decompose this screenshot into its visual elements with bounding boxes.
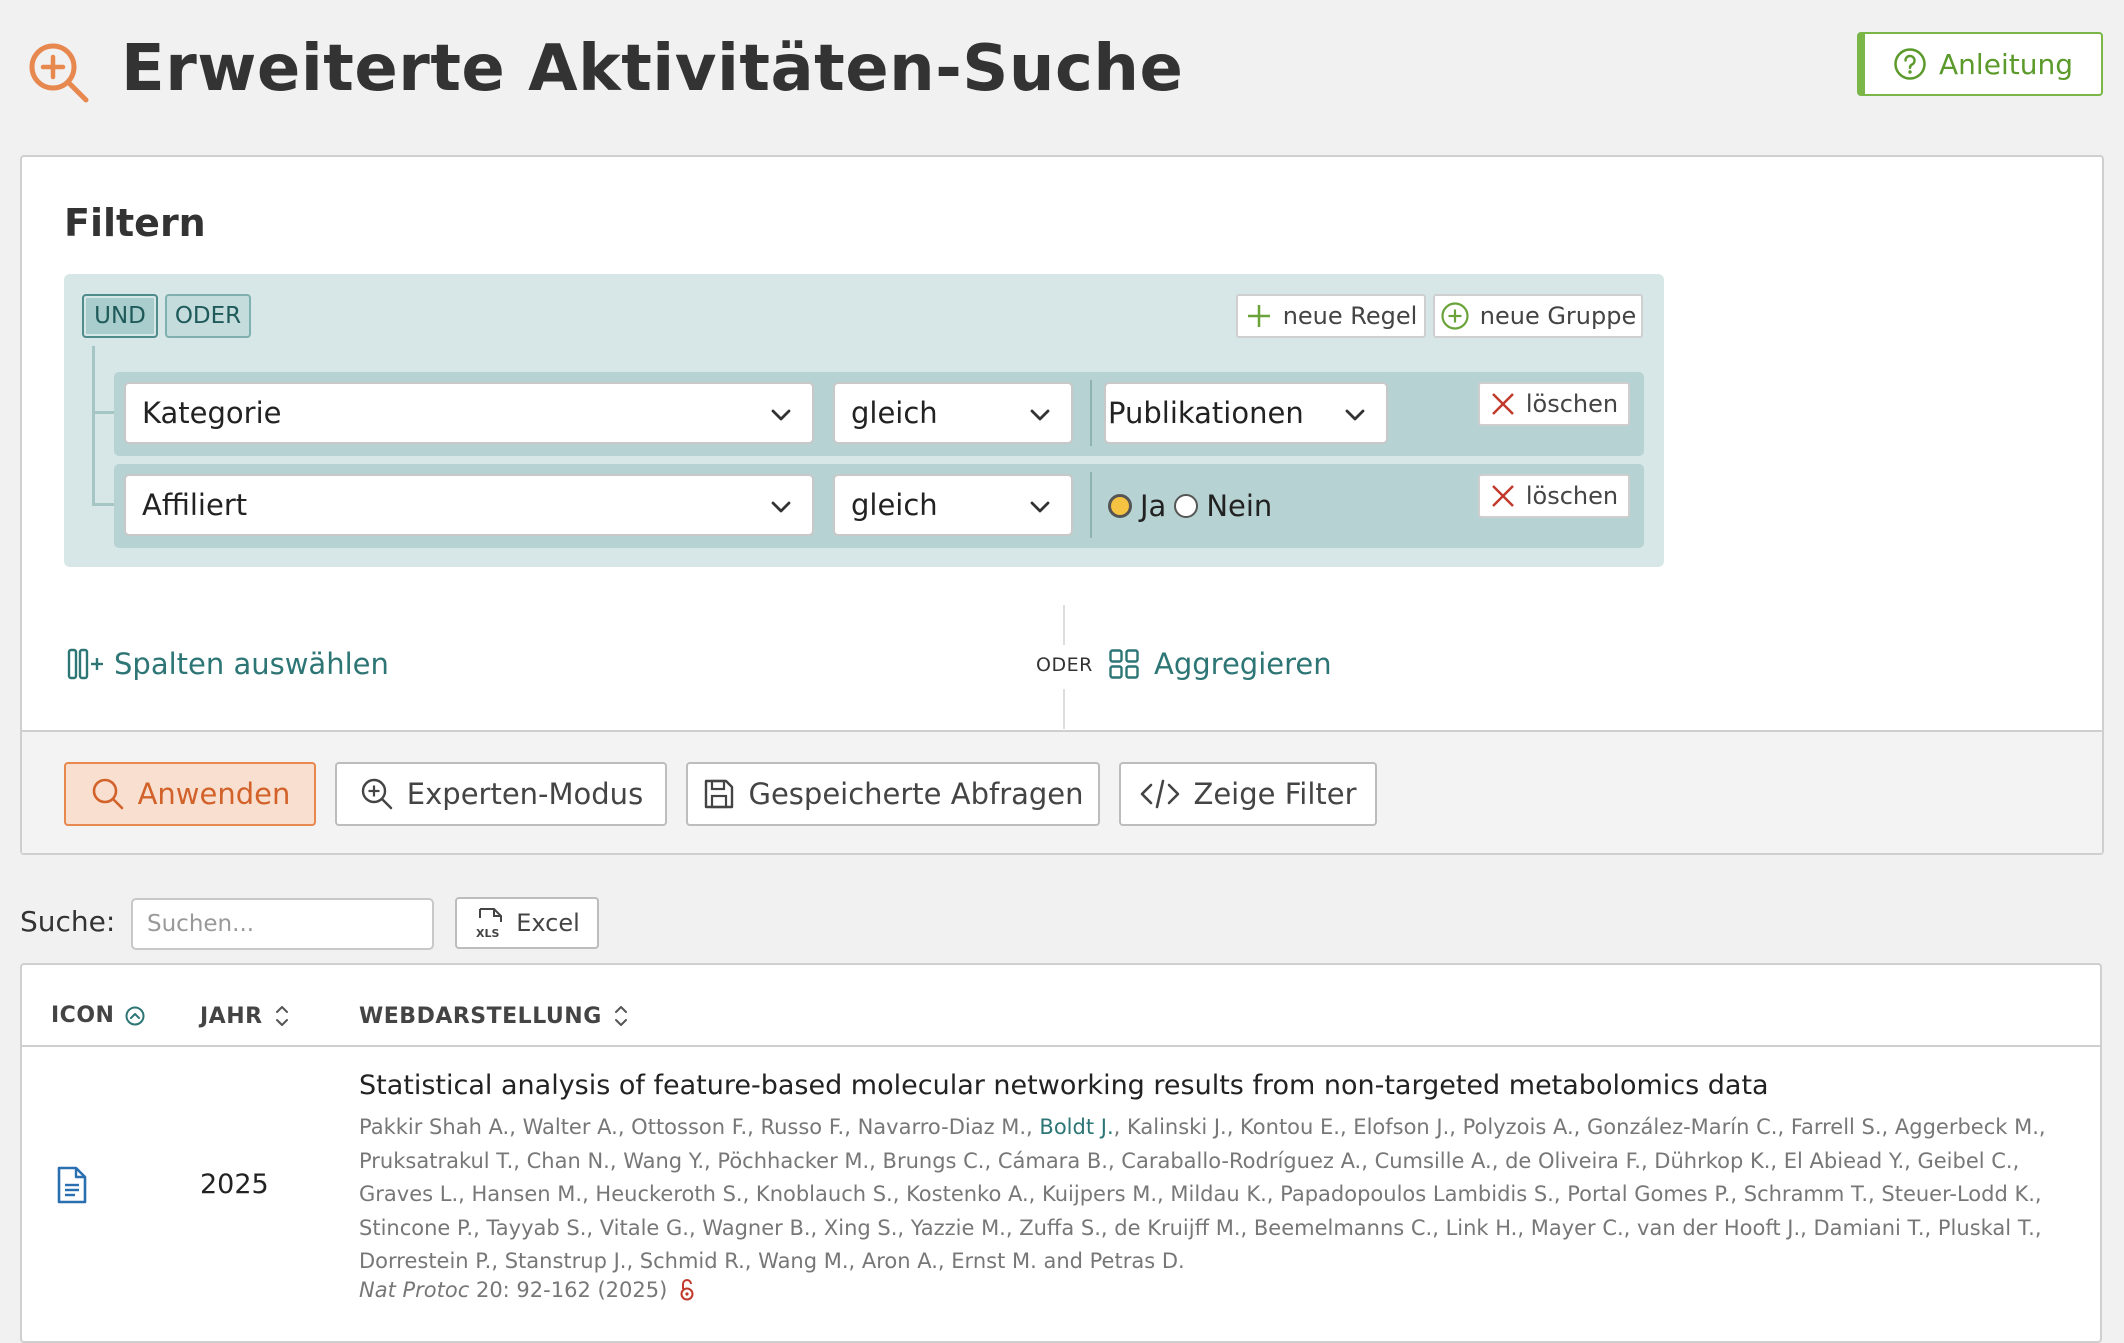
- filter-rule: Affiliert gleich Ja Nein löschen: [114, 464, 1644, 548]
- rule-value-value: Publikationen: [1108, 396, 1304, 430]
- rule-divider: [1090, 472, 1092, 538]
- add-group-button[interactable]: neue Gruppe: [1433, 294, 1643, 338]
- rule-field-select[interactable]: Kategorie: [124, 382, 814, 444]
- radio-yes-label: Ja: [1140, 489, 1167, 523]
- plus-circle-icon: [1441, 302, 1469, 330]
- select-columns-label: Spalten auswählen: [114, 647, 389, 681]
- rule-value-select[interactable]: Publikationen: [1104, 382, 1388, 444]
- row-year: 2025: [200, 1169, 269, 1200]
- close-icon: [1491, 485, 1514, 507]
- rule-operator-select[interactable]: gleich: [833, 474, 1073, 536]
- row-authors: Pakkir Shah A., Walter A., Ottosson F., …: [359, 1111, 2089, 1279]
- action-bar: Anwenden Experten-Modus Gespeicherte Abf…: [22, 730, 2102, 853]
- filter-rule: Kategorie gleich Publikationen löschen: [114, 372, 1644, 456]
- question-circle-icon: [1894, 48, 1926, 80]
- floppy-disk-icon: [705, 779, 734, 809]
- rule-operator-value: gleich: [851, 396, 938, 430]
- excel-export-button[interactable]: XLS Excel: [455, 897, 599, 949]
- help-button[interactable]: Anleitung: [1857, 32, 2103, 96]
- chevron-down-icon: [771, 501, 791, 513]
- add-rule-button[interactable]: neue Regel: [1236, 294, 1426, 338]
- or-label: ODER: [1036, 654, 1093, 676]
- citation-details: 20: 92-162 (2025): [475, 1278, 668, 1302]
- filter-card: Filtern UND ODER neue Regel neue Gruppe: [20, 155, 2104, 855]
- row-title-link[interactable]: Statistical analysis of feature-based mo…: [359, 1070, 1769, 1101]
- sort-asc-circle-icon: [125, 1006, 145, 1025]
- column-header-web[interactable]: WEBDARSTELLUNG: [359, 1003, 630, 1029]
- sort-icon: [275, 1006, 288, 1026]
- column-header-label: JAHR: [200, 1003, 263, 1029]
- column-header-icon[interactable]: ICON: [51, 1003, 146, 1028]
- rule-field-select[interactable]: Affiliert: [124, 474, 814, 536]
- delete-label: löschen: [1525, 482, 1619, 510]
- authors-text: Pakkir Shah A., Walter A., Ottosson F., …: [359, 1115, 1040, 1139]
- zoom-in-icon: [29, 43, 89, 103]
- column-header-label: WEBDARSTELLUNG: [359, 1003, 602, 1029]
- help-button-label: Anleitung: [1939, 47, 2073, 81]
- tree-connector: [92, 346, 95, 505]
- rule-field-value: Kategorie: [142, 396, 282, 430]
- saved-queries-button[interactable]: Gespeicherte Abfragen: [686, 762, 1100, 826]
- rule-operator-select[interactable]: gleich: [833, 382, 1073, 444]
- column-header-year[interactable]: JAHR: [200, 1003, 291, 1029]
- add-group-label: neue Gruppe: [1479, 302, 1637, 330]
- chevron-down-icon: [1345, 409, 1365, 421]
- tree-connector: [92, 503, 114, 506]
- add-rule-label: neue Regel: [1282, 302, 1418, 330]
- search-icon: [92, 778, 123, 810]
- expert-mode-label: Experten-Modus: [406, 777, 644, 811]
- column-header-label: ICON: [51, 1003, 115, 1028]
- highlighted-author-link[interactable]: Boldt J.: [1039, 1115, 1113, 1139]
- select-columns-link[interactable]: Spalten auswählen: [66, 647, 389, 681]
- chevron-down-icon: [1030, 409, 1050, 421]
- open-access-lock-icon: [680, 1279, 694, 1301]
- combinator-and-button[interactable]: UND: [82, 294, 158, 338]
- search-label: Suche:: [20, 905, 116, 938]
- rule-group: UND ODER neue Regel neue Gruppe Kategori…: [64, 274, 1664, 567]
- filter-heading: Filtern: [64, 201, 206, 245]
- xls-file-icon: XLS: [476, 908, 503, 940]
- rule-field-value: Affiliert: [142, 488, 248, 522]
- combinator-or-button[interactable]: ODER: [165, 294, 251, 338]
- apply-button[interactable]: Anwenden: [64, 762, 316, 826]
- saved-queries-label: Gespeicherte Abfragen: [748, 777, 1084, 811]
- columns-add-icon: [67, 648, 103, 680]
- journal-name: Nat Protoc: [359, 1278, 470, 1302]
- grid-icon: [1109, 649, 1139, 679]
- apply-label: Anwenden: [137, 777, 291, 811]
- or-divider: [1063, 689, 1065, 729]
- affiliated-radio-group: Ja Nein: [1108, 486, 1272, 526]
- or-divider: [1063, 605, 1065, 645]
- delete-label: löschen: [1525, 390, 1619, 418]
- zoom-in-icon: [361, 778, 392, 810]
- aggregate-link[interactable]: Aggregieren: [1108, 647, 1332, 681]
- show-filter-button[interactable]: Zeige Filter: [1119, 762, 1377, 826]
- svg-text:XLS: XLS: [476, 927, 499, 940]
- rule-divider: [1090, 380, 1092, 446]
- radio-no[interactable]: [1174, 494, 1199, 518]
- row-citation: Nat Protoc 20: 92-162 (2025): [359, 1278, 695, 1302]
- chevron-down-icon: [771, 409, 791, 421]
- document-icon[interactable]: [56, 1165, 88, 1205]
- expert-mode-button[interactable]: Experten-Modus: [335, 762, 667, 826]
- rule-operator-value: gleich: [851, 488, 938, 522]
- radio-yes[interactable]: [1108, 494, 1132, 518]
- plus-icon: [1247, 305, 1270, 327]
- search-input[interactable]: [131, 898, 434, 950]
- code-icon: [1141, 779, 1180, 809]
- show-filter-label: Zeige Filter: [1193, 777, 1357, 811]
- excel-label: Excel: [516, 909, 580, 937]
- page-title: Erweiterte Aktivitäten-Suche: [121, 32, 1184, 106]
- close-icon: [1491, 393, 1514, 415]
- results-table: ICON JAHR WEBDARSTELLUNG 2025 Statistica…: [20, 963, 2102, 1343]
- delete-rule-button[interactable]: löschen: [1478, 474, 1630, 518]
- sort-icon: [614, 1006, 627, 1026]
- delete-rule-button[interactable]: löschen: [1478, 382, 1630, 426]
- table-header-divider: [22, 1045, 2100, 1047]
- aggregate-label: Aggregieren: [1154, 647, 1332, 681]
- chevron-down-icon: [1030, 501, 1050, 513]
- radio-no-label: Nein: [1206, 489, 1273, 523]
- tree-connector: [92, 411, 114, 414]
